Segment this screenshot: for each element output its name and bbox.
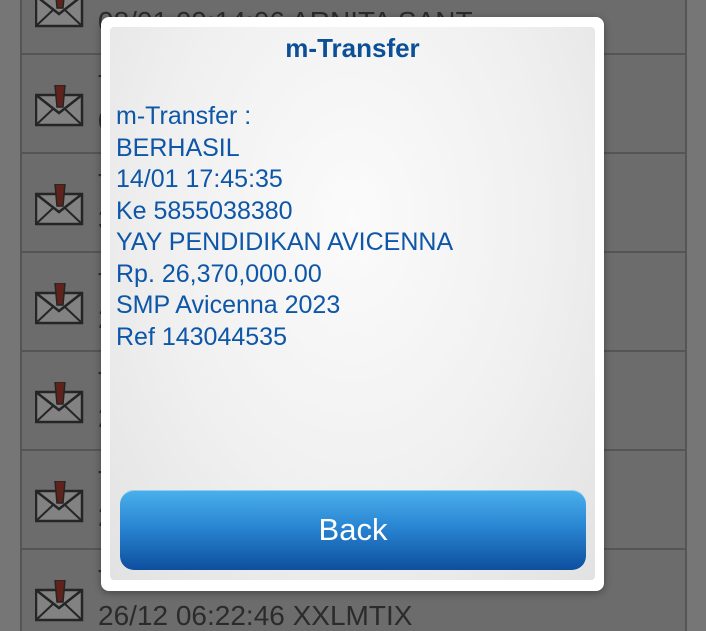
- dialog-title: m-Transfer: [285, 33, 420, 63]
- message-line-amount: Rp. 26,370,000.00: [116, 259, 322, 288]
- screen: 08/01 09:14:06 ARNITA SANT T 0 T 3: [0, 0, 706, 631]
- message-line-reference: Ref 143044535: [116, 322, 287, 351]
- message-line-account: Ke 5855038380: [116, 196, 293, 225]
- message-line-status: BERHASIL: [116, 133, 240, 162]
- message-line-datetime: 14/01 17:45:35: [116, 165, 283, 193]
- message-line-note: SMP Avicenna 2023: [116, 291, 341, 319]
- dialog-body: m-Transfer m-Transfer : BERHASIL 14/01 1…: [110, 27, 595, 580]
- transfer-dialog: m-Transfer m-Transfer : BERHASIL 14/01 1…: [101, 17, 604, 591]
- message-line-recipient: YAY PENDIDIKAN AVICENNA: [116, 228, 454, 256]
- message-line-header: m-Transfer :: [116, 102, 252, 130]
- transfer-message: m-Transfer : BERHASIL 14/01 17:45:35 Ke …: [116, 101, 453, 353]
- back-button[interactable]: Back: [120, 490, 586, 570]
